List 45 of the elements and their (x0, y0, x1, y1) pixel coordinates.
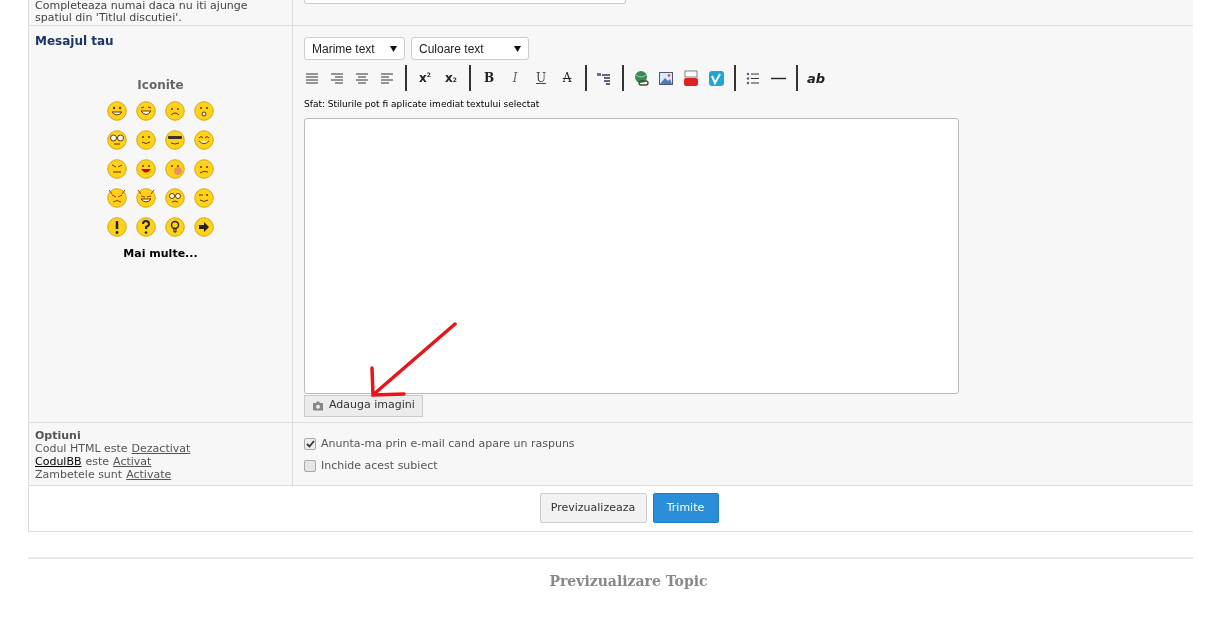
option-text: este (85, 455, 110, 468)
globe-icon[interactable] (633, 69, 650, 87)
checkbox[interactable] (304, 459, 316, 472)
more-smileys-link[interactable]: Mai multe... (123, 246, 198, 263)
spellcheck-button[interactable]: ab (807, 68, 825, 88)
underline-button[interactable]: U (532, 68, 550, 88)
smiley-icon[interactable] (165, 188, 185, 208)
checkbox-label: Inchide acest subiect (321, 457, 438, 474)
strikethrough-button[interactable]: A (558, 68, 576, 88)
v-icon[interactable] (708, 69, 725, 87)
caret-icon (390, 45, 397, 52)
italic-button[interactable]: I (506, 68, 524, 88)
smiley-icon[interactable] (165, 130, 185, 150)
picture-icon[interactable] (658, 69, 675, 87)
superscript-button[interactable]: x$^{2}$ (416, 68, 434, 88)
smiley-icon[interactable] (165, 217, 185, 237)
video-icon[interactable] (683, 69, 700, 87)
smiley-icon[interactable] (107, 217, 127, 237)
preview-button[interactable]: Previzualizeaza (539, 493, 647, 523)
hint-text: spatiul din 'Titlul discutiei'. (35, 12, 183, 24)
smileys-title: Iconite (137, 77, 184, 94)
status-link[interactable]: Activate (126, 468, 172, 481)
status-link[interactable]: Dezactivat (131, 442, 191, 455)
smiley-icon[interactable] (194, 217, 214, 237)
text-field[interactable] (304, 0, 626, 4)
options-title: Optiuni (35, 429, 81, 442)
smiley-icon[interactable] (107, 101, 127, 121)
status-link[interactable]: CodulBB (35, 455, 82, 468)
dropdown[interactable]: Marime text (304, 37, 405, 60)
section-heading: Previzualizare Topic (549, 572, 708, 591)
add-images-button[interactable]: Adauga imagini (304, 394, 423, 417)
checkbox-label: Anunta-ma prin e-mail cand apare un raspuns (321, 436, 575, 452)
tip-text: Sfat: Stilurile pot fi aplicate imediat textului selectat (304, 98, 541, 111)
caret-icon (514, 45, 521, 52)
checkbox[interactable] (304, 438, 316, 451)
option-text: Zambetele sunt (35, 468, 123, 481)
bold-button[interactable]: B (480, 68, 498, 88)
smiley-icon[interactable] (136, 217, 156, 237)
status-link[interactable]: Activat (113, 455, 152, 468)
option-text: Codul HTML este (35, 442, 128, 455)
dropdown[interactable]: Culoare text (411, 37, 529, 60)
hint-text: Completeaza numai daca nu iti ajunge (35, 0, 249, 12)
field-label: Mesajul tau (35, 33, 114, 50)
smiley-icon[interactable] (107, 130, 127, 150)
camera-icon (312, 400, 324, 411)
